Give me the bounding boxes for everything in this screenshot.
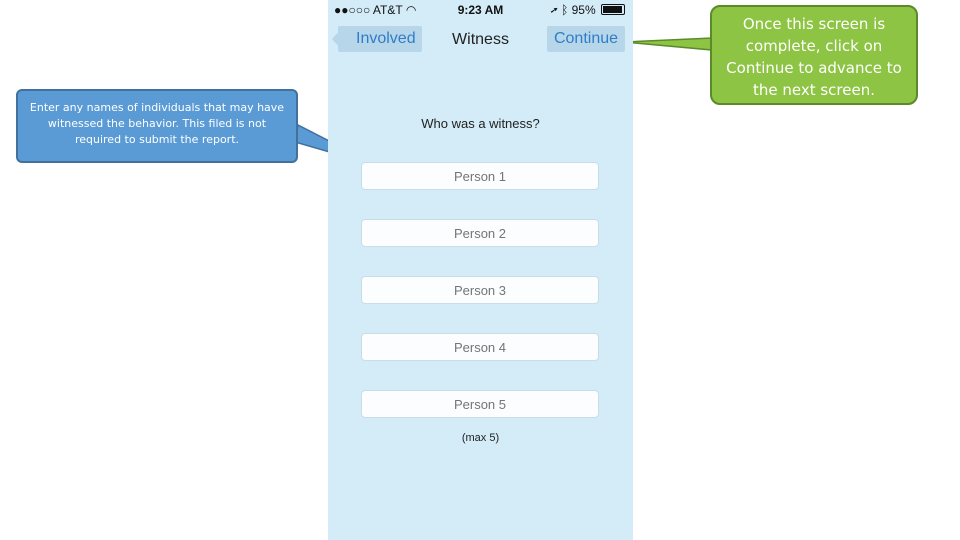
battery-icon: [601, 4, 625, 15]
phone-screen: ●●○○○ AT&T ◠ 9:23 AM ➚ ᛒ 95% Involved Wi…: [328, 0, 633, 540]
bluetooth-icon: ᛒ: [561, 3, 569, 17]
person-3-input[interactable]: [361, 276, 599, 304]
navigation-bar: Involved Witness Continue: [328, 22, 633, 60]
status-bar: ●●○○○ AT&T ◠ 9:23 AM ➚ ᛒ 95%: [328, 0, 633, 20]
person-2-input[interactable]: [361, 219, 599, 247]
witness-question: Who was a witness?: [421, 116, 540, 131]
battery-percent: 95%: [571, 3, 596, 17]
continue-callout: Once this screen is complete, click on C…: [710, 5, 918, 105]
continue-button[interactable]: Continue: [547, 26, 625, 52]
max-note: (max 5): [461, 432, 500, 444]
person-5-input[interactable]: [361, 390, 599, 418]
location-icon: ➚: [550, 3, 558, 17]
status-right: ➚ ᛒ 95%: [551, 3, 625, 17]
witness-callout: Enter any names of individuals that may …: [16, 89, 298, 163]
person-1-input[interactable]: [361, 162, 599, 190]
continue-callout-pointer: [623, 37, 713, 51]
person-4-input[interactable]: [361, 333, 599, 361]
